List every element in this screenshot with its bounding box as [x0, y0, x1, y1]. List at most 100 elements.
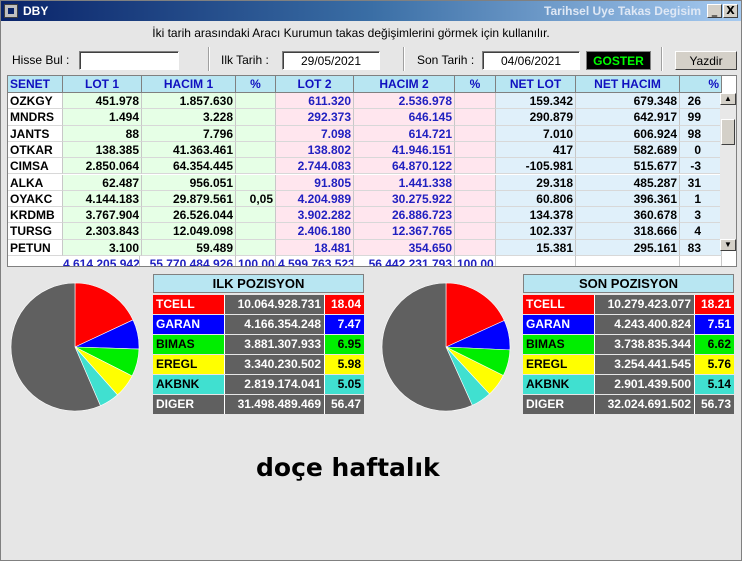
- table-cell[interactable]: 59.489: [142, 239, 236, 256]
- table-cell[interactable]: 64.870.122: [354, 158, 455, 175]
- arrow-up-icon[interactable]: ▲: [720, 93, 736, 105]
- window-app-icon[interactable]: [4, 4, 18, 18]
- col-header-lot1[interactable]: LOT 1: [63, 76, 142, 93]
- table-cell[interactable]: 134.378: [496, 207, 576, 224]
- table-cell[interactable]: [236, 141, 276, 159]
- table-cell[interactable]: [236, 207, 276, 224]
- table-cell[interactable]: 64.354.445: [142, 158, 236, 175]
- table-cell[interactable]: 41.363.461: [142, 141, 236, 159]
- table-cell[interactable]: 606.924: [576, 125, 680, 142]
- table-cell[interactable]: 3.100: [63, 239, 142, 256]
- table-cell[interactable]: -105.981: [496, 158, 576, 175]
- table-cell[interactable]: [455, 239, 496, 256]
- table-cell[interactable]: 138.802: [276, 141, 354, 159]
- col-header-pct3[interactable]: %: [680, 76, 722, 93]
- scroll-thumb[interactable]: [721, 119, 735, 145]
- table-cell[interactable]: 956.051: [142, 174, 236, 191]
- table-cell[interactable]: 396.361: [576, 190, 680, 208]
- table-cell[interactable]: 485.287: [576, 174, 680, 191]
- col-header-pct1[interactable]: %: [236, 76, 276, 93]
- ilk-tarih-field[interactable]: 29/05/2021: [282, 51, 380, 70]
- table-cell[interactable]: 30.275.922: [354, 190, 455, 208]
- col-header-lot2[interactable]: LOT 2: [276, 76, 354, 93]
- table-cell[interactable]: 26.526.044: [142, 207, 236, 224]
- table-cell[interactable]: 26.886.723: [354, 207, 455, 224]
- table-cell[interactable]: [236, 223, 276, 240]
- table-cell[interactable]: 4.204.989: [276, 190, 354, 208]
- table-cell[interactable]: [236, 174, 276, 191]
- table-cell[interactable]: 18.481: [276, 239, 354, 256]
- col-header-netlot[interactable]: NET LOT: [496, 76, 576, 93]
- table-cell[interactable]: 12.367.765: [354, 223, 455, 240]
- table-cell[interactable]: 91.805: [276, 174, 354, 191]
- table-cell[interactable]: 515.677: [576, 158, 680, 175]
- table-cell[interactable]: 1.494: [63, 109, 142, 126]
- table-cell[interactable]: 611.320: [276, 93, 354, 110]
- table-cell[interactable]: [455, 190, 496, 208]
- table-cell[interactable]: 679.348: [576, 93, 680, 110]
- table-cell[interactable]: 29.318: [496, 174, 576, 191]
- title-bar[interactable]: DBY Tarihsel Uye Takas Degisim _ X: [1, 1, 741, 21]
- table-cell[interactable]: [455, 174, 496, 191]
- table-cell[interactable]: 0: [680, 141, 722, 159]
- table-cell[interactable]: [455, 125, 496, 142]
- col-header-senet[interactable]: SENET: [8, 76, 63, 93]
- table-cell[interactable]: 60.806: [496, 190, 576, 208]
- table-cell[interactable]: 354.650: [354, 239, 455, 256]
- table-cell[interactable]: 582.689: [576, 141, 680, 159]
- table-cell[interactable]: 2.536.978: [354, 93, 455, 110]
- table-cell[interactable]: 12.049.098: [142, 223, 236, 240]
- table-cell[interactable]: [455, 141, 496, 159]
- table-cell[interactable]: 4.144.183: [63, 190, 142, 208]
- table-cell[interactable]: 138.385: [63, 141, 142, 159]
- table-cell[interactable]: 4: [680, 223, 722, 240]
- hisse-search-input[interactable]: [79, 51, 179, 70]
- table-cell[interactable]: 451.978: [63, 93, 142, 110]
- table-cell[interactable]: -3: [680, 158, 722, 175]
- table-cell[interactable]: 1: [680, 190, 722, 208]
- table-cell[interactable]: 3.767.904: [63, 207, 142, 224]
- table-cell[interactable]: 159.342: [496, 93, 576, 110]
- close-button[interactable]: X: [723, 4, 738, 18]
- table-cell[interactable]: 2.303.843: [63, 223, 142, 240]
- table-cell[interactable]: 3.902.282: [276, 207, 354, 224]
- table-cell[interactable]: 1.441.338: [354, 174, 455, 191]
- table-cell[interactable]: [455, 223, 496, 240]
- table-cell[interactable]: 31: [680, 174, 722, 191]
- row-senet-cell[interactable]: CIMSA: [8, 158, 63, 175]
- table-cell[interactable]: 15.381: [496, 239, 576, 256]
- table-cell[interactable]: 29.879.561: [142, 190, 236, 208]
- arrow-down-icon[interactable]: ▼: [720, 239, 736, 251]
- table-cell[interactable]: 2.850.064: [63, 158, 142, 175]
- goster-button[interactable]: GOSTER: [586, 51, 651, 70]
- table-cell[interactable]: 62.487: [63, 174, 142, 191]
- row-senet-cell[interactable]: TURSG: [8, 223, 63, 240]
- table-cell[interactable]: [455, 109, 496, 126]
- table-cell[interactable]: 7.098: [276, 125, 354, 142]
- table-cell[interactable]: 290.879: [496, 109, 576, 126]
- table-cell[interactable]: [455, 158, 496, 175]
- col-header-nethacim[interactable]: NET HACIM: [576, 76, 680, 93]
- table-cell[interactable]: 642.917: [576, 109, 680, 126]
- table-cell[interactable]: 3: [680, 207, 722, 224]
- row-senet-cell[interactable]: OYAKC: [8, 190, 63, 208]
- table-cell[interactable]: [236, 239, 276, 256]
- table-cell[interactable]: 417: [496, 141, 576, 159]
- table-cell[interactable]: 41.946.151: [354, 141, 455, 159]
- table-cell[interactable]: 26: [680, 93, 722, 110]
- table-cell[interactable]: 102.337: [496, 223, 576, 240]
- col-header-hacim2[interactable]: HACIM 2: [354, 76, 455, 93]
- table-cell[interactable]: 3.228: [142, 109, 236, 126]
- table-cell[interactable]: 1.857.630: [142, 93, 236, 110]
- table-cell[interactable]: 614.721: [354, 125, 455, 142]
- col-header-hacim1[interactable]: HACIM 1: [142, 76, 236, 93]
- table-cell[interactable]: [236, 109, 276, 126]
- table-cell[interactable]: 99: [680, 109, 722, 126]
- table-cell[interactable]: [236, 93, 276, 110]
- row-senet-cell[interactable]: KRDMB: [8, 207, 63, 224]
- table-cell[interactable]: 98: [680, 125, 722, 142]
- vertical-scrollbar[interactable]: ▲ ▼: [720, 93, 736, 251]
- table-cell[interactable]: [455, 93, 496, 110]
- table-cell[interactable]: 2.406.180: [276, 223, 354, 240]
- table-cell[interactable]: 318.666: [576, 223, 680, 240]
